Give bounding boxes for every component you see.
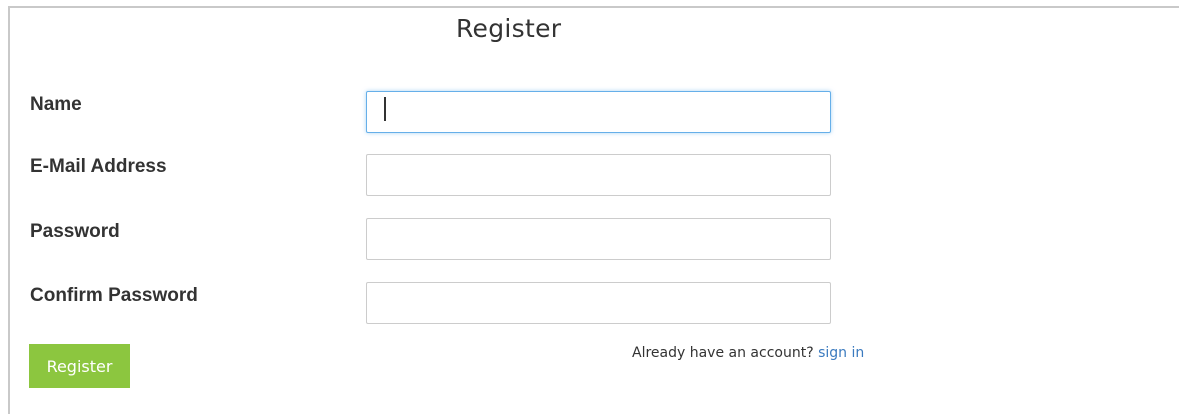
signin-row: Already have an account? sign in [632,345,864,361]
page-title: Register [456,14,562,43]
confirm-password-label: Confirm Password [30,285,198,306]
register-button[interactable]: Register [29,344,130,388]
signin-prompt: Already have an account? [632,345,814,361]
password-label: Password [30,221,120,242]
name-label: Name [30,94,82,115]
password-field[interactable] [366,218,831,260]
name-field[interactable] [366,91,831,133]
email-field[interactable] [366,154,831,196]
register-panel [8,6,1179,414]
signin-link[interactable]: sign in [818,345,864,361]
email-label: E-Mail Address [30,156,167,177]
text-cursor [384,97,386,121]
confirm-password-field[interactable] [366,282,831,324]
